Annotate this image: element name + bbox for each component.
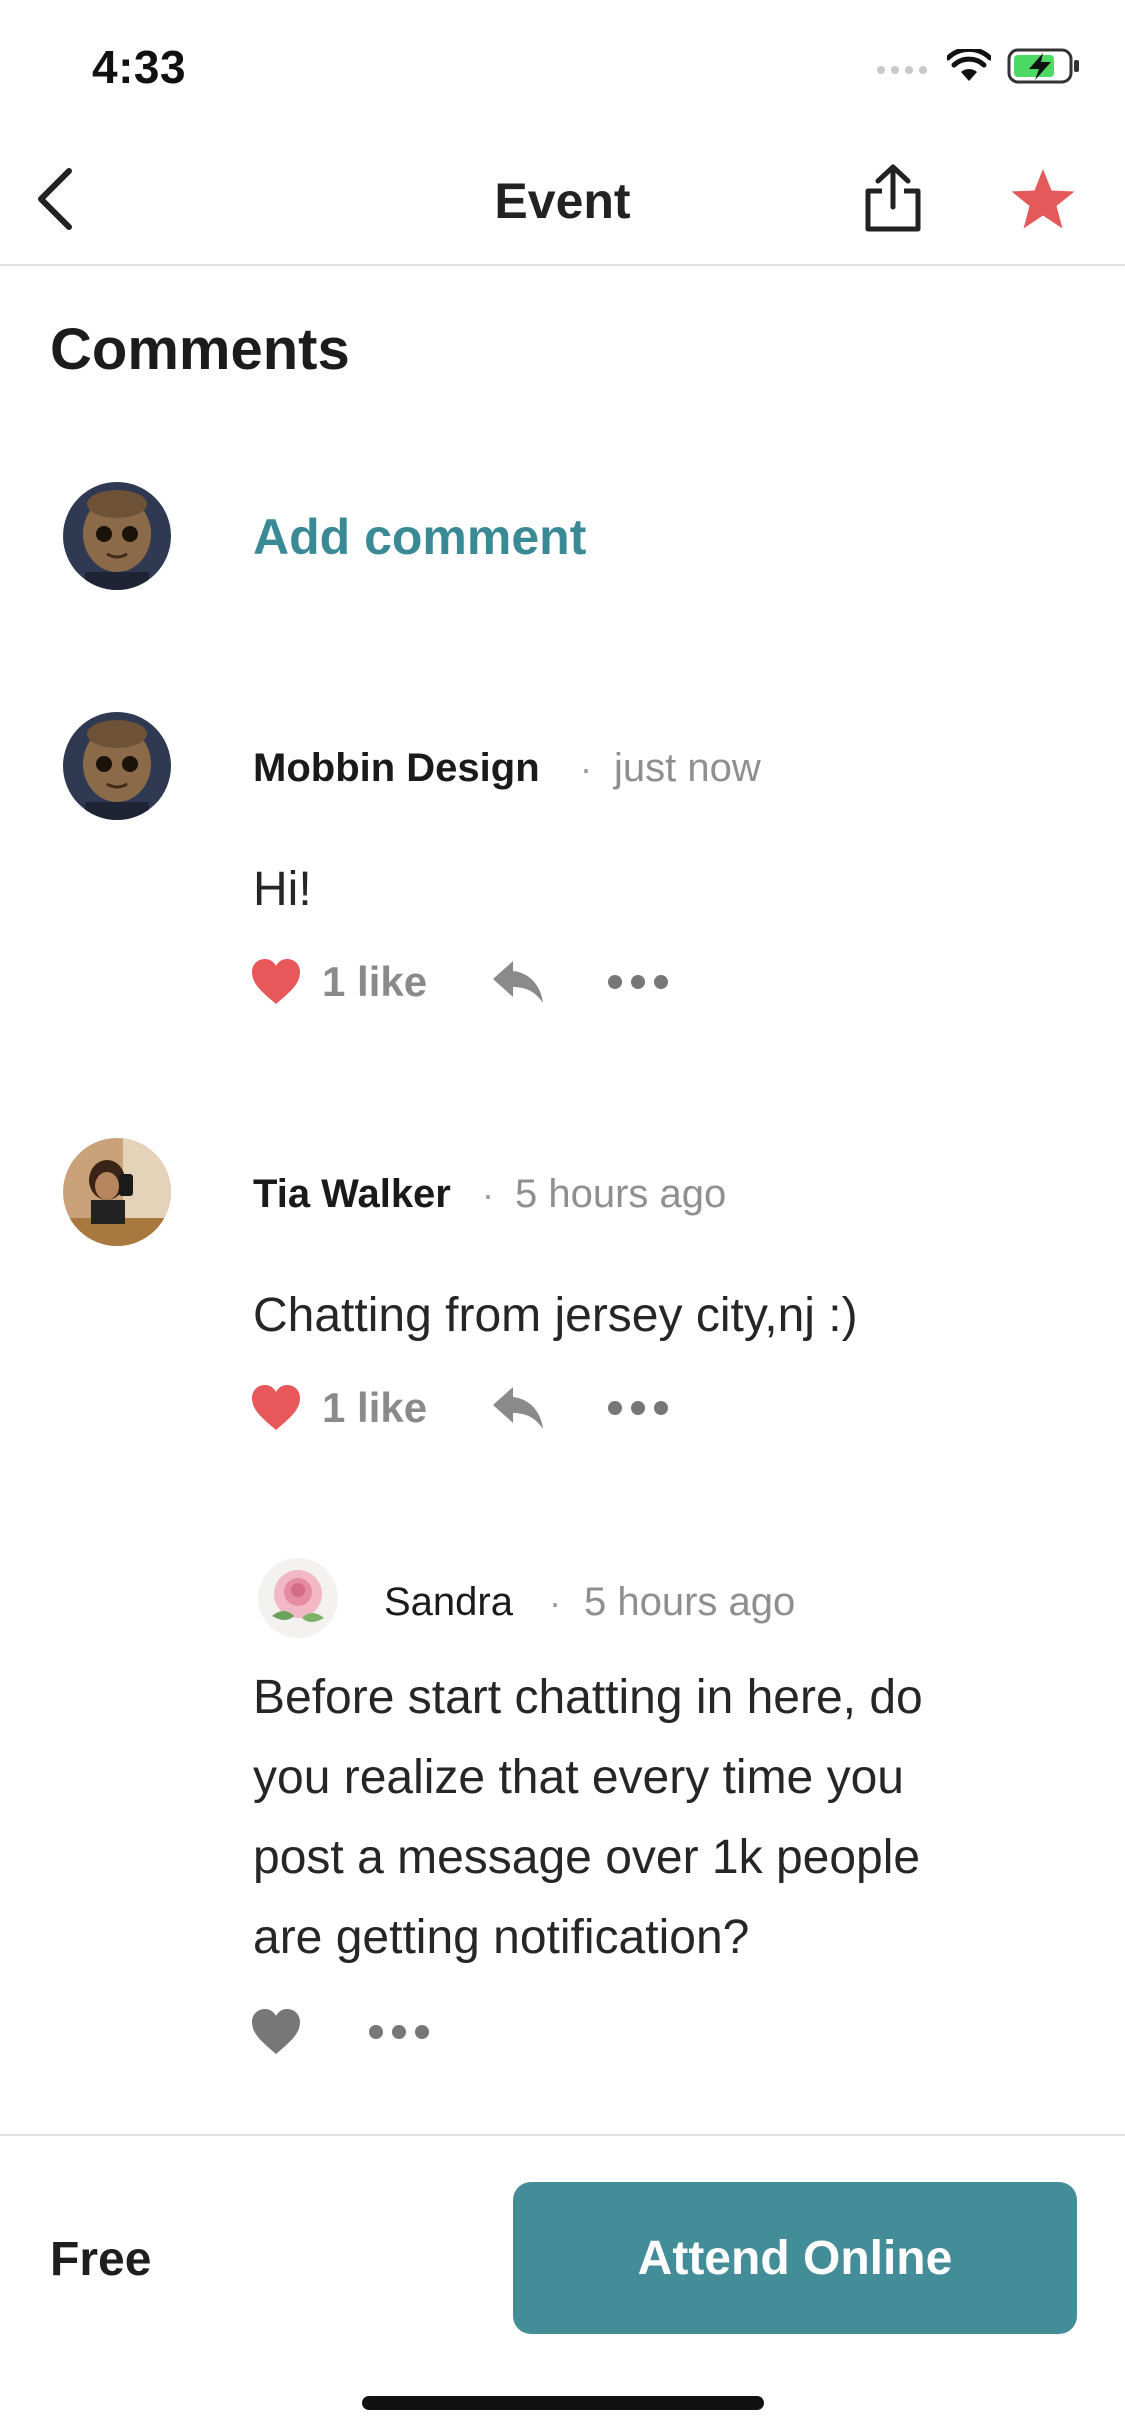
add-comment-link[interactable]: Add comment: [253, 508, 586, 566]
share-icon: [865, 164, 921, 232]
like-count: 1 like: [322, 1384, 428, 1431]
price-label: Free: [50, 2233, 152, 2286]
reply-text: Before start chatting in here, do you re…: [253, 1658, 923, 1978]
separator-dot: ·: [482, 1174, 494, 1215]
like-button[interactable]: 1 like: [250, 958, 427, 1006]
comment-actions: 1 like: [250, 1378, 669, 1438]
comment-time: just now: [614, 746, 761, 790]
comment-actions: 1 like: [250, 952, 669, 1012]
attend-online-button[interactable]: Attend Online: [513, 2182, 1077, 2334]
nav-bar: Event: [0, 132, 1125, 266]
status-time: 4:33: [92, 41, 187, 93]
reply-avatar[interactable]: [258, 1558, 338, 1638]
reply-author[interactable]: Sandra: [384, 1580, 513, 1625]
cellular-signal-icon: [875, 56, 931, 81]
reply-time: 5 hours ago: [584, 1580, 796, 1624]
comment-author[interactable]: Mobbin Design: [253, 746, 540, 791]
comment-text: Chatting from jersey city,nj :): [253, 1289, 858, 1342]
more-options-button[interactable]: [607, 1399, 669, 1417]
heart-icon: [252, 959, 300, 1004]
battery-charging-icon: [1007, 48, 1081, 89]
reply-text-line: you realize that every time you: [253, 1751, 904, 1804]
share-button[interactable]: [855, 160, 931, 236]
bottom-bar: Free Attend Online: [0, 2134, 1125, 2436]
more-options-button[interactable]: [368, 2023, 430, 2041]
nav-title: Event: [494, 173, 631, 229]
like-button[interactable]: [250, 2008, 302, 2056]
star-icon: [1011, 169, 1075, 229]
reply-text-line: post a message over 1k people: [253, 1831, 921, 1884]
reply-button[interactable]: [491, 959, 545, 1005]
separator-dot: ·: [580, 748, 592, 789]
current-user-avatar: [63, 482, 171, 590]
comment-author[interactable]: Tia Walker: [253, 1172, 451, 1217]
reply-text-line: Before start chatting in here, do: [253, 1671, 923, 1724]
avatar[interactable]: [63, 1138, 171, 1246]
status-bar: 4:33: [0, 0, 1125, 132]
like-button[interactable]: 1 like: [250, 1384, 427, 1432]
more-icon: [369, 2025, 429, 2039]
more-options-button[interactable]: [607, 973, 669, 991]
heart-icon: [252, 2009, 300, 2054]
more-icon: [608, 975, 669, 989]
reply-actions: [250, 2002, 430, 2062]
favorite-button[interactable]: [1005, 162, 1081, 238]
status-icons: [875, 46, 1081, 90]
reply-icon: [493, 1387, 544, 1429]
more-icon: [608, 1401, 669, 1415]
comments-title: Comments: [50, 317, 350, 382]
comment-text: Hi!: [253, 863, 312, 916]
reply-text-line: are getting notification?: [253, 1911, 750, 1964]
heart-icon: [252, 1385, 300, 1430]
reply-icon: [493, 961, 544, 1003]
home-indicator[interactable]: [362, 2396, 764, 2410]
avatar[interactable]: [63, 712, 171, 820]
reply-button[interactable]: [491, 1385, 545, 1431]
like-count: 1 like: [322, 958, 428, 1005]
wifi-icon: [945, 46, 993, 88]
separator-dot: ·: [549, 1582, 561, 1623]
comment-time: 5 hours ago: [515, 1172, 727, 1216]
